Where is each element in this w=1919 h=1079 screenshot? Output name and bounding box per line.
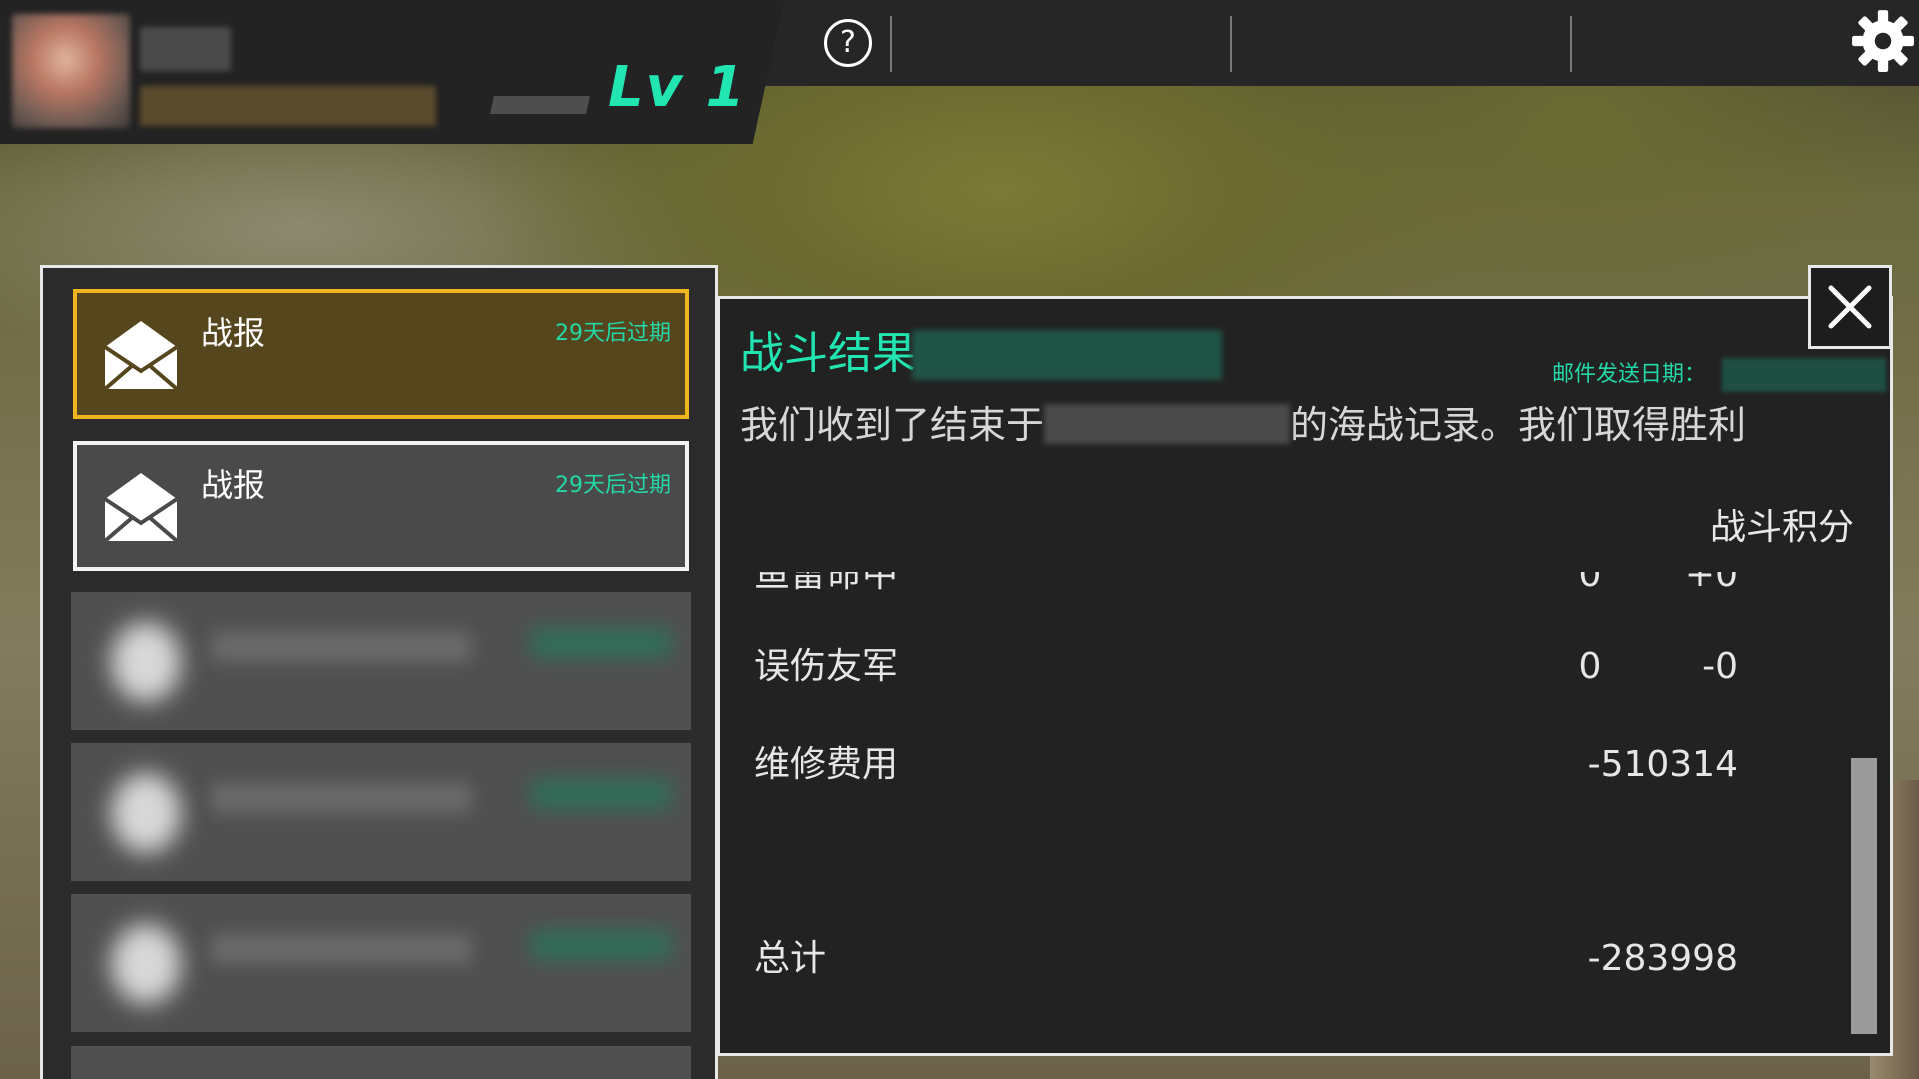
close-icon bbox=[1828, 285, 1872, 329]
player-level: Lv 1 bbox=[608, 55, 747, 120]
mail-intro-text: 我们收到了结束于 的海战记录。我们取得胜利 bbox=[740, 400, 1746, 450]
player-avatar[interactable] bbox=[12, 14, 130, 128]
stat-score: -510314 bbox=[1587, 744, 1738, 785]
date-redacted bbox=[1044, 404, 1291, 444]
mail-item-redacted[interactable] bbox=[71, 592, 691, 730]
stat-row: 维修费用 -510314 bbox=[720, 740, 1840, 790]
intro-suffix: 的海战记录。我们取得胜利 bbox=[1290, 403, 1747, 447]
experience-bar bbox=[490, 96, 590, 114]
envelope-icon bbox=[111, 773, 181, 853]
title-redacted bbox=[912, 330, 1222, 380]
mail-detail-title: 战斗结果 bbox=[740, 328, 916, 379]
envelope-open-icon bbox=[103, 321, 179, 391]
tab-separator bbox=[1570, 16, 1572, 72]
gear-icon[interactable] bbox=[1850, 8, 1916, 74]
mail-expire-text: 29天后过期 bbox=[555, 321, 671, 346]
stat-row-total: 总计 -283998 bbox=[720, 934, 1840, 984]
mail-item-redacted[interactable] bbox=[71, 1046, 691, 1079]
mail-expire-text: 29天后过期 bbox=[555, 473, 671, 498]
stat-score: -283998 bbox=[1587, 938, 1738, 979]
stat-label: 误伤友军 bbox=[754, 646, 899, 687]
scrollbar[interactable] bbox=[1851, 758, 1877, 1034]
close-button[interactable] bbox=[1808, 265, 1892, 349]
stat-label: 维修费用 bbox=[754, 744, 899, 785]
mail-item-selected[interactable]: 战报 29天后过期 bbox=[73, 289, 689, 419]
player-panel: Lv 1 bbox=[0, 0, 784, 144]
stat-row: 鱼雷命中 0 +0 bbox=[720, 572, 1840, 600]
score-column-header: 战斗积分 bbox=[1710, 507, 1855, 548]
envelope-icon bbox=[111, 924, 181, 1004]
mail-title: 战报 bbox=[201, 466, 266, 504]
send-date-redacted bbox=[1722, 358, 1886, 392]
stat-count: 0 bbox=[1578, 646, 1602, 687]
player-name-redacted bbox=[140, 27, 231, 71]
intro-prefix: 我们收到了结束于 bbox=[740, 403, 1045, 447]
mail-item-redacted[interactable] bbox=[71, 894, 691, 1032]
mail-item[interactable]: 战报 29天后过期 bbox=[73, 441, 689, 571]
player-info-redacted bbox=[140, 86, 436, 126]
envelope-icon bbox=[111, 622, 181, 702]
stat-score: +0 bbox=[1684, 572, 1738, 595]
send-date-label: 邮件发送日期： bbox=[1552, 362, 1707, 387]
mail-item-redacted[interactable] bbox=[71, 743, 691, 881]
tab-separator bbox=[890, 16, 892, 72]
help-icon[interactable]: ? bbox=[824, 19, 872, 67]
tab-separator bbox=[1230, 16, 1232, 72]
battle-stats-list[interactable]: 鱼雷命中 0 +0 误伤友军 0 -0 维修费用 -510314 总计 -283… bbox=[720, 572, 1840, 1042]
stat-score: -0 bbox=[1702, 646, 1738, 687]
envelope-open-icon bbox=[103, 473, 179, 543]
stat-count: 0 bbox=[1578, 572, 1602, 595]
stat-label: 总计 bbox=[754, 938, 827, 979]
stat-label: 鱼雷命中 bbox=[754, 572, 899, 595]
stat-row: 误伤友军 0 -0 bbox=[720, 642, 1840, 692]
mail-title: 战报 bbox=[201, 314, 266, 352]
